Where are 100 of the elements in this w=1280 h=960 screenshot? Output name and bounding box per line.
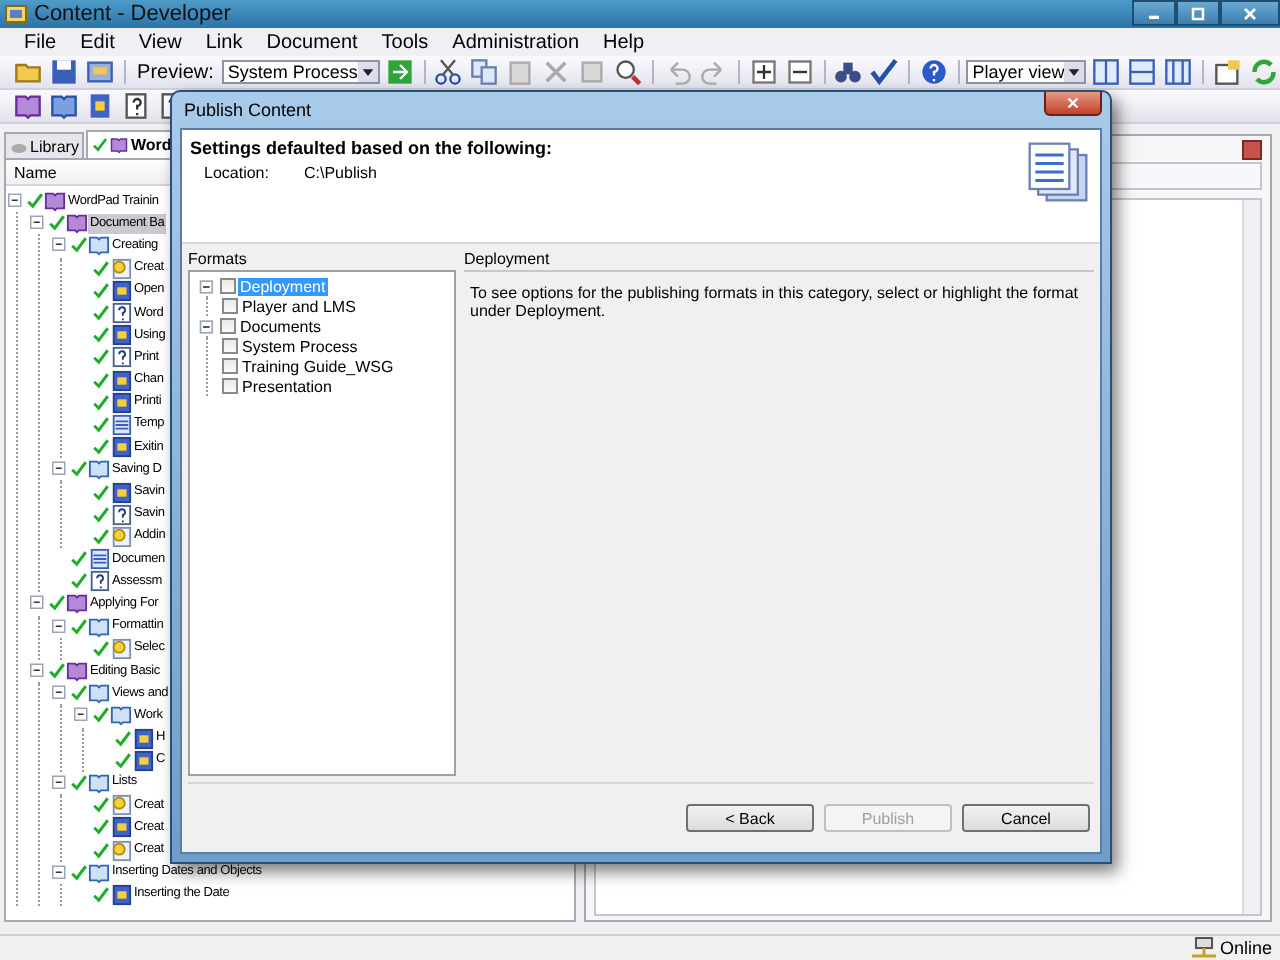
documents-icon — [1024, 138, 1092, 206]
page-icon[interactable] — [86, 92, 114, 120]
tab[interactable]: Library — [4, 132, 85, 158]
checkbox[interactable] — [222, 298, 238, 314]
check-icon — [48, 660, 66, 683]
book-icon — [88, 861, 110, 884]
dialog-button[interactable]: Cancel — [962, 804, 1090, 832]
maximize-button[interactable] — [1176, 0, 1220, 26]
check-icon — [92, 839, 110, 862]
description-text: To see options for the publishing formats in this category, select or highlight the format under Deployment. — [468, 282, 1081, 320]
check-icon — [92, 391, 110, 414]
check-icon — [48, 592, 66, 615]
scrollbar[interactable] — [1242, 200, 1260, 914]
book-icon — [66, 592, 88, 615]
collapse-icon — [52, 682, 70, 705]
cut-icon[interactable] — [434, 58, 463, 86]
collapse-icon — [52, 861, 70, 884]
dialog-button[interactable]: < Back — [686, 804, 814, 832]
check-icon — [70, 458, 88, 481]
menu-item[interactable]: Link — [193, 31, 255, 53]
check-icon — [114, 727, 132, 750]
location-value: C:\Publish — [304, 164, 377, 182]
collapse-icon — [74, 704, 92, 727]
format-item[interactable]: System Process — [240, 337, 360, 355]
binoculars-icon[interactable] — [834, 58, 863, 86]
properties-icon[interactable] — [1213, 58, 1242, 86]
collapse-icon[interactable] — [785, 58, 814, 86]
page-icon — [110, 369, 132, 392]
layout-icon[interactable] — [1092, 58, 1121, 86]
close-button[interactable] — [1044, 92, 1102, 116]
check-icon — [92, 525, 110, 548]
menu-item[interactable]: Tools — [369, 31, 441, 53]
checkbox[interactable] — [220, 318, 236, 334]
document-icon — [88, 548, 110, 571]
check-icon — [92, 369, 110, 392]
menu-item[interactable]: View — [126, 31, 194, 53]
view-dropdown[interactable]: Player view — [966, 60, 1087, 84]
minimize-button[interactable] — [1132, 0, 1176, 26]
caret-icon — [1066, 64, 1083, 80]
go-icon[interactable] — [385, 58, 414, 86]
format-item[interactable]: Presentation — [240, 377, 334, 395]
checkbox[interactable] — [220, 278, 236, 294]
menu-item[interactable]: Edit — [68, 31, 127, 53]
menu-item[interactable]: File — [12, 31, 69, 53]
document-icon — [110, 413, 132, 436]
preview-dropdown[interactable]: System Process — [221, 60, 380, 84]
checkbox[interactable] — [222, 338, 238, 354]
close-button[interactable] — [1220, 0, 1280, 26]
collapse-icon — [52, 615, 70, 638]
expand-icon[interactable] — [749, 58, 778, 86]
page-icon — [110, 324, 132, 347]
bulb-page-icon — [110, 794, 132, 817]
app-icon — [4, 2, 28, 26]
menu-item[interactable]: Help — [591, 31, 657, 53]
page-icon — [110, 391, 132, 414]
network-icon — [1191, 936, 1216, 960]
collapse-icon — [30, 592, 48, 615]
menu-item[interactable]: Document — [254, 31, 370, 53]
publish-icon[interactable] — [86, 58, 114, 86]
bulb-page-icon — [110, 839, 132, 862]
format-item[interactable]: Player and LMS — [240, 297, 358, 315]
book-icon — [88, 771, 110, 794]
collapse-icon — [52, 771, 70, 794]
book-icon — [110, 704, 132, 727]
collapse-icon — [52, 234, 70, 257]
page-icon — [110, 883, 132, 906]
check-icon — [92, 346, 110, 369]
page-icon — [132, 727, 154, 750]
page-icon — [110, 436, 132, 459]
check-icon — [92, 436, 110, 459]
format-item[interactable]: Training Guide_WSG — [240, 357, 396, 375]
collapse-icon — [30, 212, 48, 235]
layout-icon[interactable] — [1164, 58, 1193, 86]
check-icon — [92, 413, 110, 436]
close-icon — [1240, 3, 1260, 23]
book-icon — [88, 458, 110, 481]
checkbox[interactable] — [222, 378, 238, 394]
question-page-icon — [110, 503, 132, 526]
section-title: Deployment — [464, 250, 1094, 272]
layout-icon[interactable] — [1128, 58, 1157, 86]
book-icon — [110, 136, 129, 154]
menu-item[interactable]: Administration — [440, 31, 592, 53]
book-icon[interactable] — [14, 92, 42, 120]
check-icon — [92, 816, 110, 839]
format-item[interactable]: Documents — [238, 317, 323, 335]
caret-icon — [359, 64, 376, 80]
check-icon — [26, 190, 44, 213]
help-icon[interactable] — [919, 58, 948, 86]
check-icon — [92, 279, 110, 302]
checkbox[interactable] — [222, 358, 238, 374]
book-icon[interactable] — [50, 92, 78, 120]
restore-icon — [1188, 3, 1208, 23]
save-icon[interactable] — [50, 58, 78, 86]
check-icon — [92, 324, 110, 347]
location-label: Location: — [204, 164, 271, 182]
find-icon[interactable] — [614, 58, 643, 86]
question-page-icon[interactable] — [122, 92, 150, 120]
page-icon — [110, 279, 132, 302]
check-icon — [92, 704, 110, 727]
collapse-icon — [198, 275, 218, 297]
